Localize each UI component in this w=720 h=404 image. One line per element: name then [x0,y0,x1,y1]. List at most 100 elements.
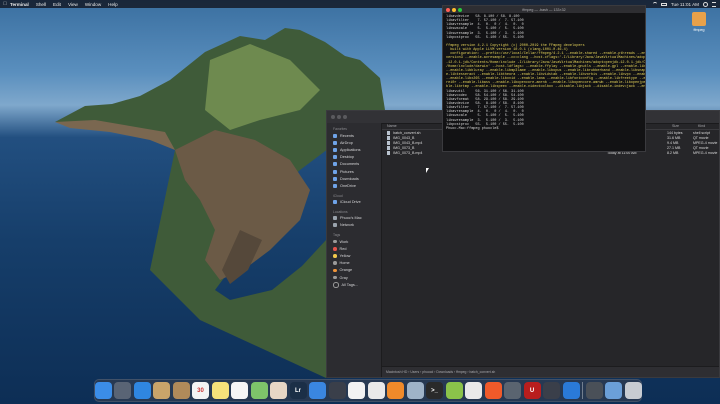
sidebar-item-computer[interactable]: Phuoc's Mac [327,215,381,222]
safari-icon[interactable] [133,382,151,399]
zoom-button[interactable] [343,115,347,119]
sidebar-item-label: Documents [340,162,360,167]
sidebar-item-airdrop[interactable]: AirDrop [327,139,381,146]
sidebar-item-pictures[interactable]: Pictures [327,168,381,175]
numbers-icon[interactable] [465,382,482,399]
terminal-window[interactable]: ffmpeg — -bash — 133×32 libavdevice 58. … [442,5,646,152]
shield-icon[interactable] [504,382,521,399]
sidebar-tag-yellow[interactable]: Yellow [327,252,381,259]
spotlight-icon[interactable] [703,1,708,7]
sidebar-item-label: All Tags... [341,282,358,287]
icloud-icon [333,200,337,205]
desktop-folder-icon[interactable] [692,12,706,26]
monitor-icon[interactable] [543,382,560,399]
apple-menu-icon[interactable]:  [0,1,10,7]
sidebar-tag-all[interactable]: All Tags... [327,281,381,288]
davinci-icon[interactable] [328,382,346,399]
menu-shell[interactable]: Shell [36,2,46,7]
android-icon[interactable] [445,382,463,399]
tag-dot-icon [333,268,337,273]
applications-icon [333,147,337,152]
file-name: IMG_0073_B [393,146,415,151]
path-item[interactable]: Users [410,370,419,374]
folder-icon[interactable] [605,382,622,399]
clock[interactable]: Tue 11:01 AM [671,2,699,7]
path-item[interactable]: ffmpeg [456,370,466,374]
sidebar-item-label: Network [340,223,354,228]
cloud-icon [333,183,337,188]
finder-icon[interactable] [94,382,112,399]
menu-edit[interactable]: Edit [53,2,61,7]
sidebar-item-label: Phuoc's Mac [340,216,362,221]
sidebar-item-label: iCloud Drive [340,200,361,205]
photos-icon[interactable] [270,382,287,399]
sidebar-item-desktop[interactable]: Desktop [327,154,381,161]
chrome-icon[interactable] [367,382,385,399]
sidebar-item-network[interactable]: Network [327,222,381,229]
sidebar-item-documents[interactable]: Documents [327,161,381,168]
sidebar-tag-orange[interactable]: Orange [327,267,381,274]
file-name: batch_convert.sh [393,130,421,135]
sidebar-item-label: Applications [340,147,361,152]
sidebar-item-label: Desktop [340,155,354,160]
terminal-title: ffmpeg — -bash — 133×32 [522,7,566,12]
file-icon [387,130,391,135]
sidebar-item-downloads[interactable]: Downloads [327,175,381,182]
path-item[interactable]: phuocd [422,370,433,374]
menu-app-name[interactable]: Terminal [10,2,29,7]
terminal-line: ble-librtmp --enable-libspeex --enable-v… [446,85,646,90]
trash-icon[interactable] [624,382,642,399]
column-header-kind[interactable]: Kind [698,124,705,128]
circle-app-icon[interactable] [562,382,580,399]
terminal-titlebar: ffmpeg — -bash — 133×32 [443,6,645,13]
launchpad-icon[interactable] [114,382,131,399]
preview-icon[interactable] [406,382,424,399]
sidebar-item-applications[interactable]: Applications [327,146,381,153]
path-item[interactable]: Downloads [436,370,453,374]
sidebar-tag-home[interactable]: Home [327,260,381,267]
notification-center-icon[interactable] [712,1,716,7]
contacts-icon[interactable] [172,382,190,399]
sidebar-item-icloud-drive[interactable]: iCloud Drive [327,199,381,206]
battery-icon[interactable] [660,2,667,6]
brave-icon[interactable] [484,382,502,399]
itunes-icon[interactable] [348,382,365,399]
menu-view[interactable]: View [68,2,78,7]
minimize-button[interactable] [337,115,341,119]
lightroom-icon[interactable]: Lr [289,382,307,399]
box-icon[interactable] [309,382,326,399]
sidebar-item-recents[interactable]: Recents [327,132,381,139]
notes2-icon[interactable] [211,382,229,399]
books-icon[interactable] [387,382,404,399]
sidebar-item-label: AirDrop [340,140,353,145]
sidebar-tag-gray[interactable]: Gray [327,274,381,281]
desktop-icon [333,155,337,160]
reminders-icon[interactable] [231,382,248,399]
sidebar-tag-red[interactable]: Red [327,245,381,252]
terminal-icon[interactable]: >_ [426,382,443,399]
file-list: Name Date Modified Size Kind batch_conve… [382,123,719,367]
sidebar-item-label: Recents [340,133,354,138]
path-item[interactable]: Macintosh HD [386,370,407,374]
menu-window[interactable]: Window [85,2,101,7]
menu-help[interactable]: Help [108,2,117,7]
terminal-line: Phuoc-Mac:ffmpeg phuocle$ [446,126,501,131]
close-button[interactable] [331,115,335,119]
calendar-icon[interactable]: 30 [192,382,209,399]
mouse-cursor [426,168,429,173]
screenshot-icon[interactable] [585,382,603,399]
file-icon [387,140,391,145]
file-name: IMG_0073_B.mp4 [393,151,423,156]
path-item[interactable]: batch_convert.sh [469,370,495,374]
tag-dot-icon [333,282,339,288]
tag-dot-icon [333,261,337,265]
sidebar-tag-work[interactable]: Work [327,238,381,245]
finder-sidebar: Favorites Recents AirDrop Applications D… [327,123,382,377]
u-app-icon[interactable]: U [523,382,541,399]
maps-icon[interactable] [250,382,268,399]
sidebar-item-onedrive[interactable]: OneDrive [327,182,381,189]
column-header-size[interactable]: Size [672,124,698,128]
wifi-icon[interactable] [652,2,657,6]
notes-icon[interactable] [153,382,170,399]
terminal-output[interactable]: libavdevice 58. 8.100 / 58. 8.100 libavfi… [443,13,645,133]
